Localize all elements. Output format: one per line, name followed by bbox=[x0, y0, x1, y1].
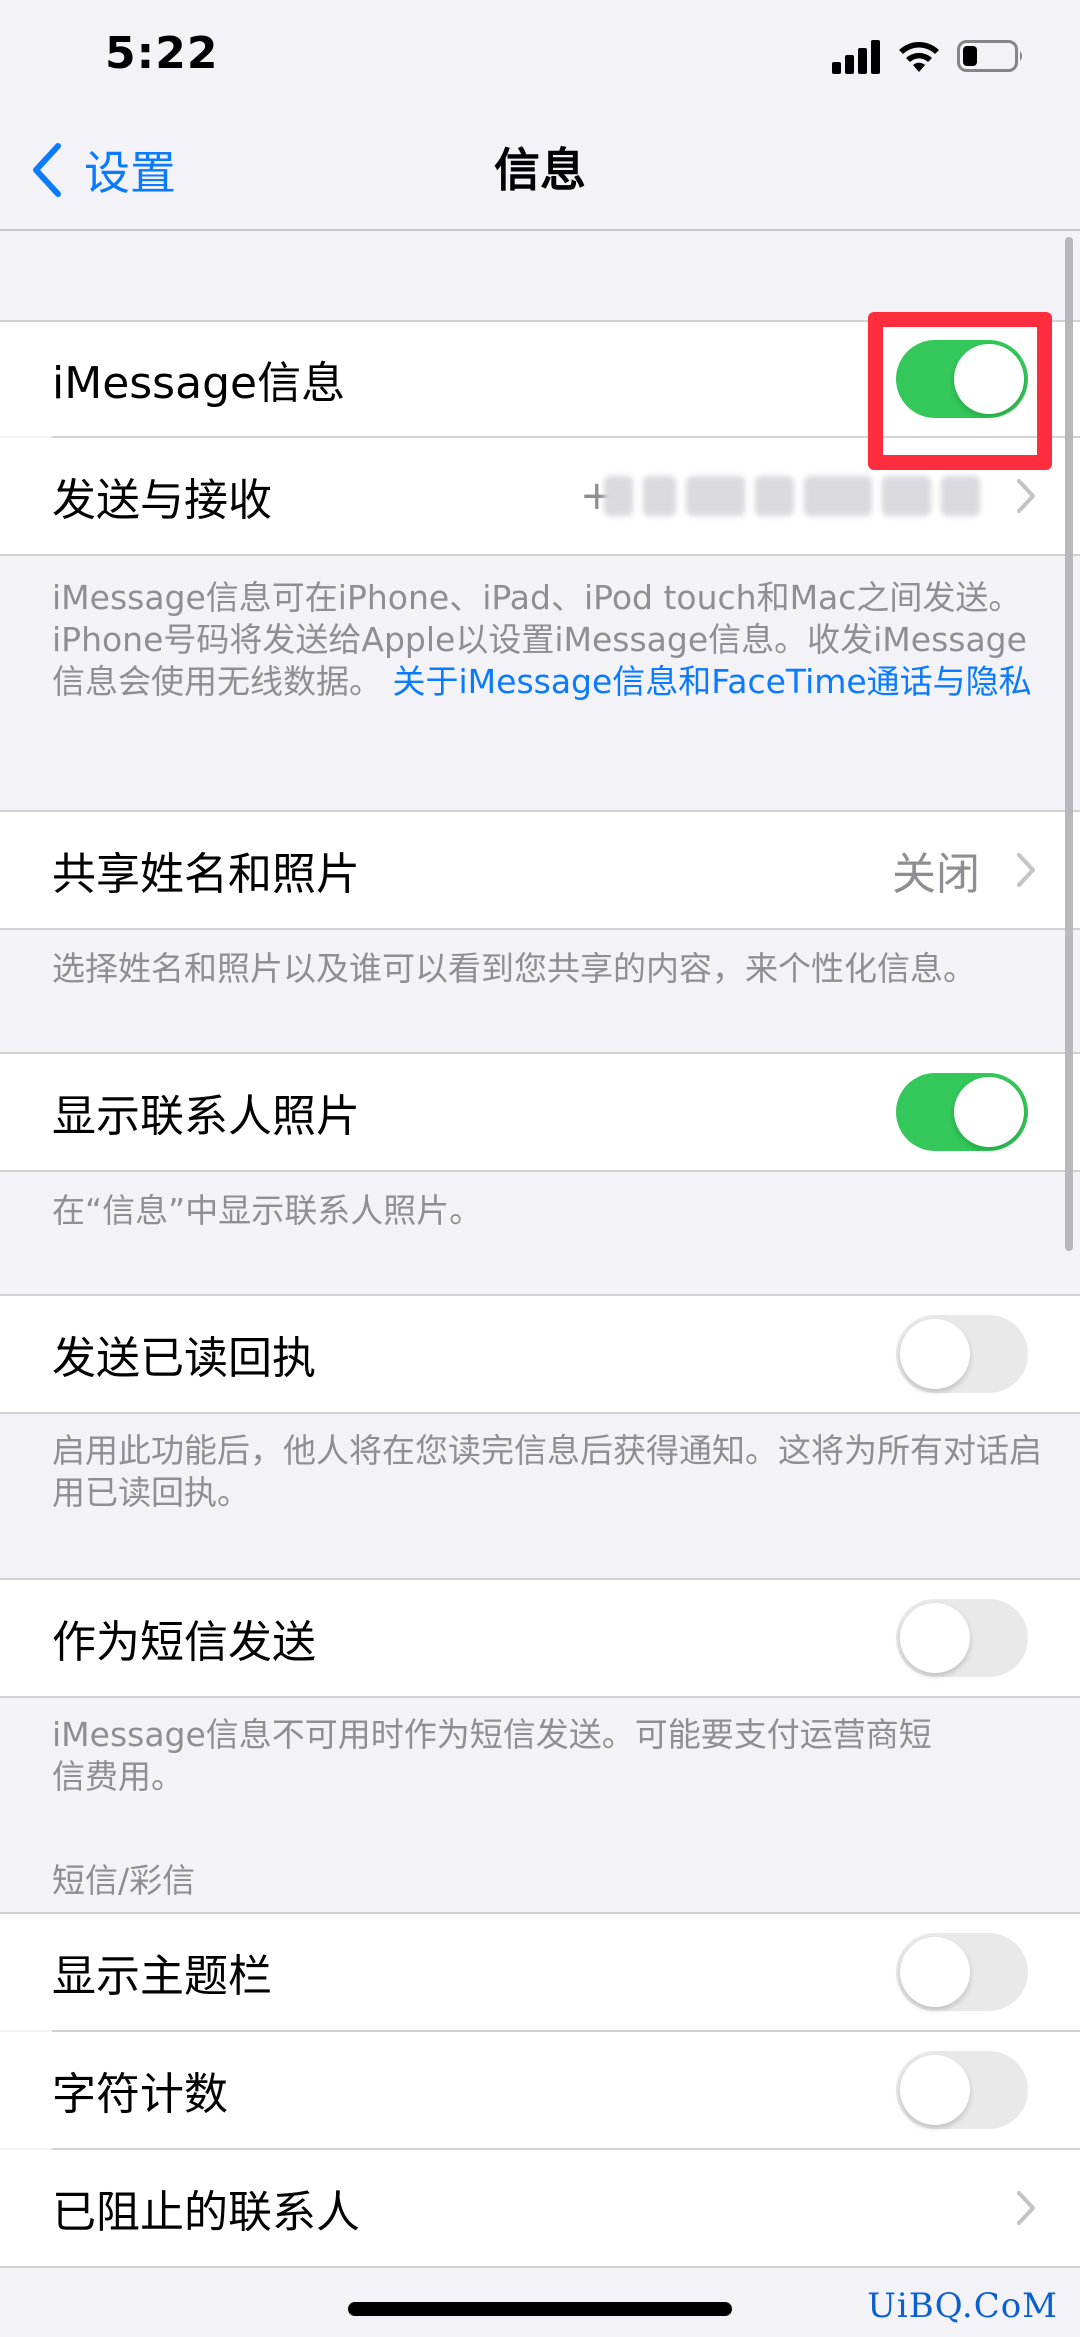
toggle-knob bbox=[900, 1319, 970, 1389]
divider bbox=[0, 1412, 1080, 1414]
status-time: 5:22 bbox=[105, 28, 219, 79]
row-label: 显示联系人照片 bbox=[52, 1091, 360, 1142]
read-receipts-toggle[interactable] bbox=[896, 1315, 1028, 1393]
row-character-count: 字符计数 bbox=[0, 2032, 1080, 2148]
row-subject-field: 显示主题栏 bbox=[0, 1914, 1080, 2030]
divider bbox=[0, 928, 1080, 930]
chevron-right-icon bbox=[1017, 2191, 1035, 2225]
chevron-right-icon bbox=[1017, 853, 1035, 887]
row-label: 发送与接收 bbox=[52, 475, 272, 526]
divider bbox=[0, 2266, 1080, 2268]
row-label: 作为短信发送 bbox=[52, 1617, 316, 1668]
row-read-receipts: 发送已读回执 bbox=[0, 1296, 1080, 1412]
blurred-phone-number: + bbox=[580, 471, 980, 521]
contact-photos-toggle[interactable] bbox=[896, 1073, 1028, 1151]
highlight-box bbox=[868, 312, 1052, 470]
wifi-icon bbox=[899, 42, 939, 72]
row-share-name-photo[interactable]: 共享姓名和照片 关闭 bbox=[0, 812, 1080, 928]
row-label: 已阻止的联系人 bbox=[52, 2187, 360, 2238]
send-as-sms-footer: iMessage信息不可用时作为短信发送。可能要支付运营商短信费用。 bbox=[52, 1715, 932, 1796]
row-label: 显示主题栏 bbox=[52, 1951, 272, 2002]
scrollbar[interactable] bbox=[1065, 237, 1073, 1251]
divider bbox=[0, 1170, 1080, 1172]
imessage-footer: iMessage信息可在iPhone、iPad、iPod touch和Mac之间… bbox=[52, 577, 1042, 703]
privacy-link[interactable]: 关于iMessage信息和FaceTime通话与隐私 bbox=[393, 662, 1032, 701]
row-value: 关闭 bbox=[892, 849, 980, 900]
toggle-knob bbox=[954, 1077, 1024, 1147]
row-label: 共享姓名和照片 bbox=[52, 849, 360, 900]
contact-photos-footer: 在“信息”中显示联系人照片。 bbox=[52, 1191, 483, 1230]
back-button[interactable]: 设置 bbox=[30, 140, 176, 200]
share-name-footer: 选择姓名和照片以及谁可以看到您共享的内容，来个性化信息。 bbox=[52, 949, 976, 988]
battery-icon bbox=[957, 40, 1022, 72]
home-indicator[interactable] bbox=[348, 2302, 732, 2316]
back-button-label: 设置 bbox=[84, 146, 176, 200]
row-label: 字符计数 bbox=[52, 2069, 228, 2120]
row-blocked-contacts[interactable]: 已阻止的联系人 bbox=[0, 2150, 1080, 2266]
read-receipts-footer: 启用此功能后，他人将在您读完信息后获得通知。这将为所有对话启用已读回执。 bbox=[52, 1431, 1042, 1512]
nav-divider bbox=[0, 229, 1080, 231]
toggle-knob bbox=[900, 1603, 970, 1673]
send-as-sms-toggle[interactable] bbox=[896, 1599, 1028, 1677]
watermark: UiBQ.CoM bbox=[867, 2286, 1058, 2326]
row-send-as-sms: 作为短信发送 bbox=[0, 1580, 1080, 1696]
row-contact-photos: 显示联系人照片 bbox=[0, 1054, 1080, 1170]
subject-field-toggle[interactable] bbox=[896, 1933, 1028, 2011]
divider bbox=[0, 554, 1080, 556]
chevron-left-icon bbox=[33, 143, 61, 197]
cellular-signal-icon bbox=[832, 40, 880, 74]
divider bbox=[0, 1696, 1080, 1698]
chevron-right-icon bbox=[1017, 479, 1035, 513]
row-label: iMessage信息 bbox=[52, 358, 346, 409]
character-count-toggle[interactable] bbox=[896, 2051, 1028, 2129]
row-label: 发送已读回执 bbox=[52, 1333, 316, 1384]
toggle-knob bbox=[900, 2055, 970, 2125]
section-header-sms-mms: 短信/彩信 bbox=[52, 1861, 196, 1900]
toggle-knob bbox=[900, 1937, 970, 2007]
